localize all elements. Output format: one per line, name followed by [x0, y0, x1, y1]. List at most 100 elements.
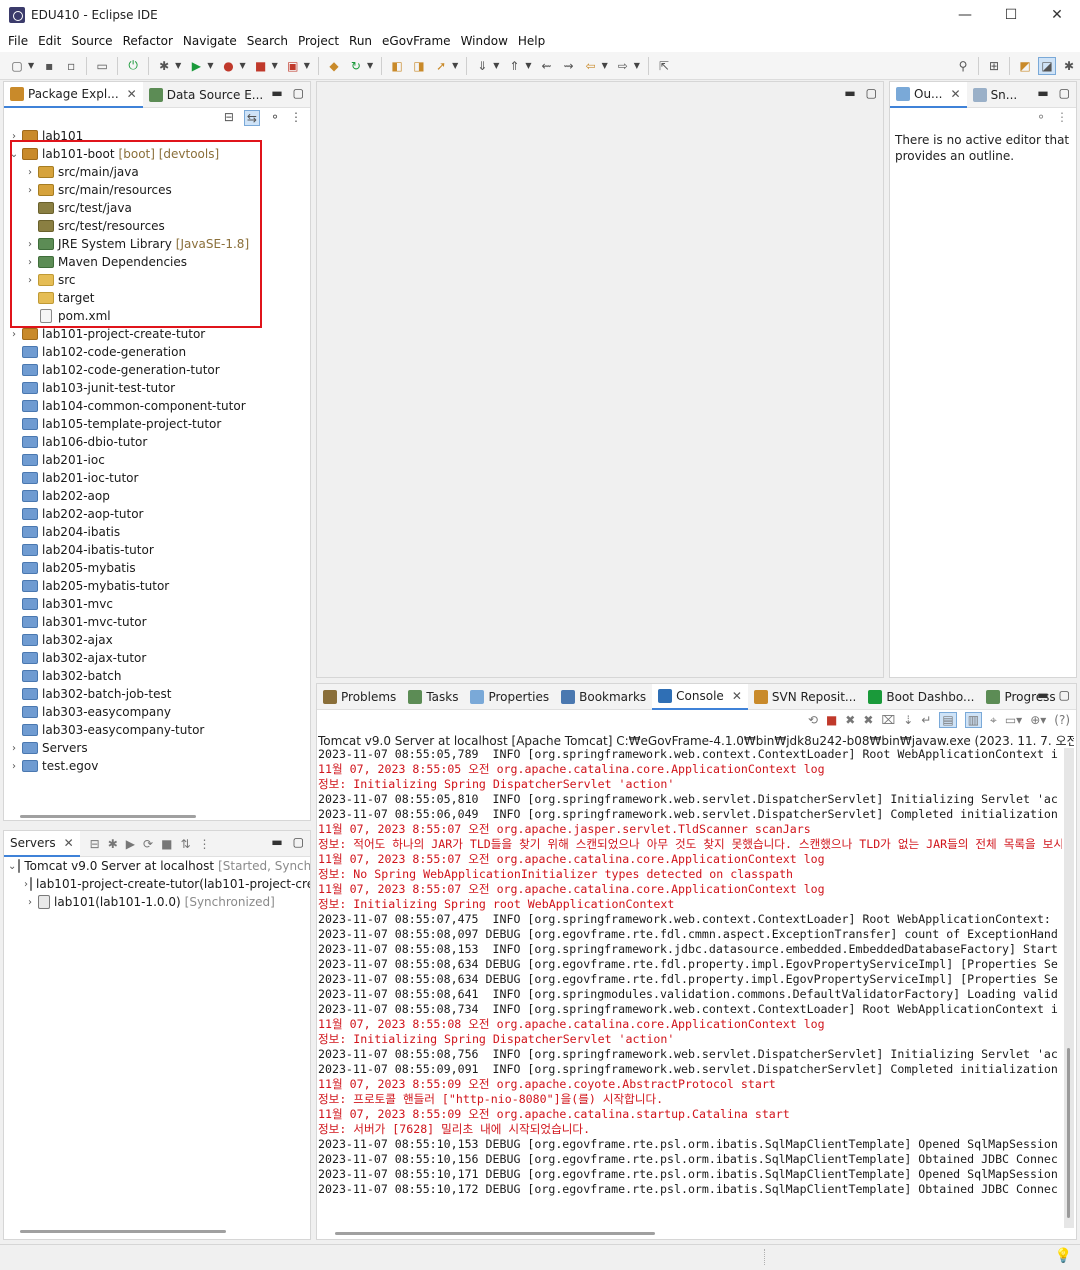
start-server-icon[interactable]: ▶: [126, 837, 135, 851]
tab-properties[interactable]: Properties: [464, 684, 555, 710]
view-menu-icon[interactable]: ⋮: [290, 110, 302, 126]
horizontal-scrollbar[interactable]: [20, 815, 196, 818]
close-icon[interactable]: ✕: [64, 836, 74, 850]
tree-item[interactable]: lab205-mybatis: [4, 559, 310, 577]
tree-item[interactable]: lab302-batch: [4, 667, 310, 685]
new-icon[interactable]: ▢: [8, 57, 26, 75]
remove-terminated-icon[interactable]: ✖: [863, 713, 873, 727]
tree-item[interactable]: lab205-mybatis-tutor: [4, 577, 310, 595]
collapse-all-icon[interactable]: ⊟: [224, 110, 234, 126]
save-icon[interactable]: ▪: [40, 57, 58, 75]
tree-item[interactable]: lab104-common-component-tutor: [4, 397, 310, 415]
egov-perspective-icon[interactable]: ◪: [1038, 56, 1056, 75]
menu-refactor[interactable]: Refactor: [118, 34, 178, 48]
last-edit-icon[interactable]: ⇜: [538, 57, 556, 75]
clear-console-icon[interactable]: ⌧: [881, 713, 895, 727]
pin-console-icon[interactable]: ⌖: [990, 713, 997, 728]
server-tree-item[interactable]: › lab101-project-create-tutor(lab101-proj…: [4, 875, 310, 893]
tab-console[interactable]: Console ✕: [652, 684, 748, 710]
power-icon[interactable]: ⏻: [124, 57, 142, 75]
remove-all-icon[interactable]: ✖: [845, 713, 855, 727]
debug-perspective-icon[interactable]: ✱: [1060, 57, 1078, 75]
stop-icon[interactable]: ■: [252, 57, 270, 75]
filters-icon[interactable]: ⚬: [270, 110, 280, 126]
tree-item[interactable]: lab204-ibatis: [4, 523, 310, 541]
vertical-scrollbar[interactable]: [1064, 748, 1074, 1228]
external-tools-icon[interactable]: ▣: [284, 57, 302, 75]
open-perspective-icon[interactable]: ⊞: [985, 57, 1003, 75]
remove-launch-icon[interactable]: ⟲: [808, 713, 818, 727]
tab-data-source-explorer[interactable]: Data Source E...: [143, 82, 270, 108]
display-console-icon[interactable]: ▭▾: [1005, 713, 1022, 727]
maximize-view-icon[interactable]: ▢: [1059, 86, 1070, 100]
debug-dropdown-icon[interactable]: ▼: [175, 61, 181, 70]
tree-item[interactable]: lab201-ioc: [4, 451, 310, 469]
tree-item[interactable]: lab102-code-generation-tutor: [4, 361, 310, 379]
menu-egovframe[interactable]: eGovFrame: [377, 34, 456, 48]
external-tools-dropdown-icon[interactable]: ▼: [304, 61, 310, 70]
tab-servers[interactable]: Servers ✕: [4, 831, 80, 857]
tree-item[interactable]: lab303-easycompany: [4, 703, 310, 721]
menu-file[interactable]: File: [3, 34, 33, 48]
menu-search[interactable]: Search: [242, 34, 293, 48]
tab-outline[interactable]: Ou... ✕: [890, 82, 967, 108]
tree-item[interactable]: lab102-code-generation: [4, 343, 310, 361]
debug-server-icon[interactable]: ✱: [108, 837, 118, 851]
search-icon[interactable]: ⚲: [954, 57, 972, 75]
stop-dropdown-icon[interactable]: ▼: [272, 61, 278, 70]
menu-window[interactable]: Window: [456, 34, 513, 48]
publish-icon[interactable]: ⇅: [180, 837, 190, 851]
refresh-icon[interactable]: ↻: [347, 57, 365, 75]
prev-annotation-dropdown-icon[interactable]: ▼: [525, 61, 531, 70]
minimize-view-icon[interactable]: ▬: [271, 86, 282, 100]
coverage-dropdown-icon[interactable]: ▼: [239, 61, 245, 70]
close-icon[interactable]: ✕: [951, 87, 961, 101]
filters-icon[interactable]: ⚬: [1036, 110, 1046, 124]
tree-item[interactable]: lab106-dbio-tutor: [4, 433, 310, 451]
coverage-icon[interactable]: ●: [219, 57, 237, 75]
chevron-right-icon[interactable]: ›: [8, 761, 20, 772]
tree-item[interactable]: lab302-ajax-tutor: [4, 649, 310, 667]
prev-annotation-icon[interactable]: ⇑: [505, 57, 523, 75]
pin-editor-icon[interactable]: ⇱: [655, 57, 673, 75]
refresh-dropdown-icon[interactable]: ▼: [367, 61, 373, 70]
debug-icon[interactable]: ✱: [155, 57, 173, 75]
view-menu-icon[interactable]: ⋮: [1056, 110, 1068, 124]
tree-item[interactable]: lab105-template-project-tutor: [4, 415, 310, 433]
tree-item[interactable]: › test.egov: [4, 757, 310, 775]
run-dropdown-icon[interactable]: ▼: [207, 61, 213, 70]
tab-svn-reposit[interactable]: SVN Reposit...: [748, 684, 863, 710]
horizontal-scrollbar[interactable]: [335, 1232, 655, 1235]
tab-package-explorer[interactable]: Package Expl... ✕: [4, 82, 143, 108]
tab-tasks[interactable]: Tasks: [402, 684, 464, 710]
tab-bookmarks[interactable]: Bookmarks: [555, 684, 652, 710]
close-icon[interactable]: ✕: [732, 689, 742, 703]
tree-item[interactable]: lab202-aop: [4, 487, 310, 505]
horizontal-scrollbar[interactable]: [20, 1230, 226, 1233]
tree-item[interactable]: lab103-junit-test-tutor: [4, 379, 310, 397]
next-annotation-dropdown-icon[interactable]: ▼: [493, 61, 499, 70]
back-icon[interactable]: ⇦: [582, 57, 600, 75]
rocket-icon[interactable]: ➚: [432, 57, 450, 75]
menu-source[interactable]: Source: [66, 34, 117, 48]
chevron-right-icon[interactable]: ›: [24, 897, 36, 908]
menu-edit[interactable]: Edit: [33, 34, 66, 48]
new-dropdown-icon[interactable]: ▼: [28, 61, 34, 70]
tree-item[interactable]: lab301-mvc: [4, 595, 310, 613]
view-menu-icon[interactable]: ⋮: [199, 837, 211, 851]
close-icon[interactable]: ✕: [127, 87, 137, 101]
minimize-button[interactable]: —: [942, 0, 988, 30]
maximize-view-icon[interactable]: ▢: [866, 86, 877, 100]
java-perspective-icon[interactable]: ◩: [1016, 57, 1034, 75]
help-icon[interactable]: (?): [1054, 713, 1070, 727]
minimize-view-icon[interactable]: ▬: [271, 835, 282, 849]
stop-server-icon[interactable]: ■: [161, 837, 172, 851]
package-icon[interactable]: ◆: [325, 57, 343, 75]
chevron-down-icon[interactable]: ⌄: [8, 861, 16, 872]
link-with-editor-icon[interactable]: ⇆: [243, 110, 260, 126]
tab-snippets[interactable]: Sn...: [967, 82, 1024, 108]
back-dropdown-icon[interactable]: ▼: [602, 61, 608, 70]
terminate-icon[interactable]: ■: [826, 713, 837, 727]
maximize-button[interactable]: ☐: [988, 0, 1034, 30]
tree-item[interactable]: lab204-ibatis-tutor: [4, 541, 310, 559]
